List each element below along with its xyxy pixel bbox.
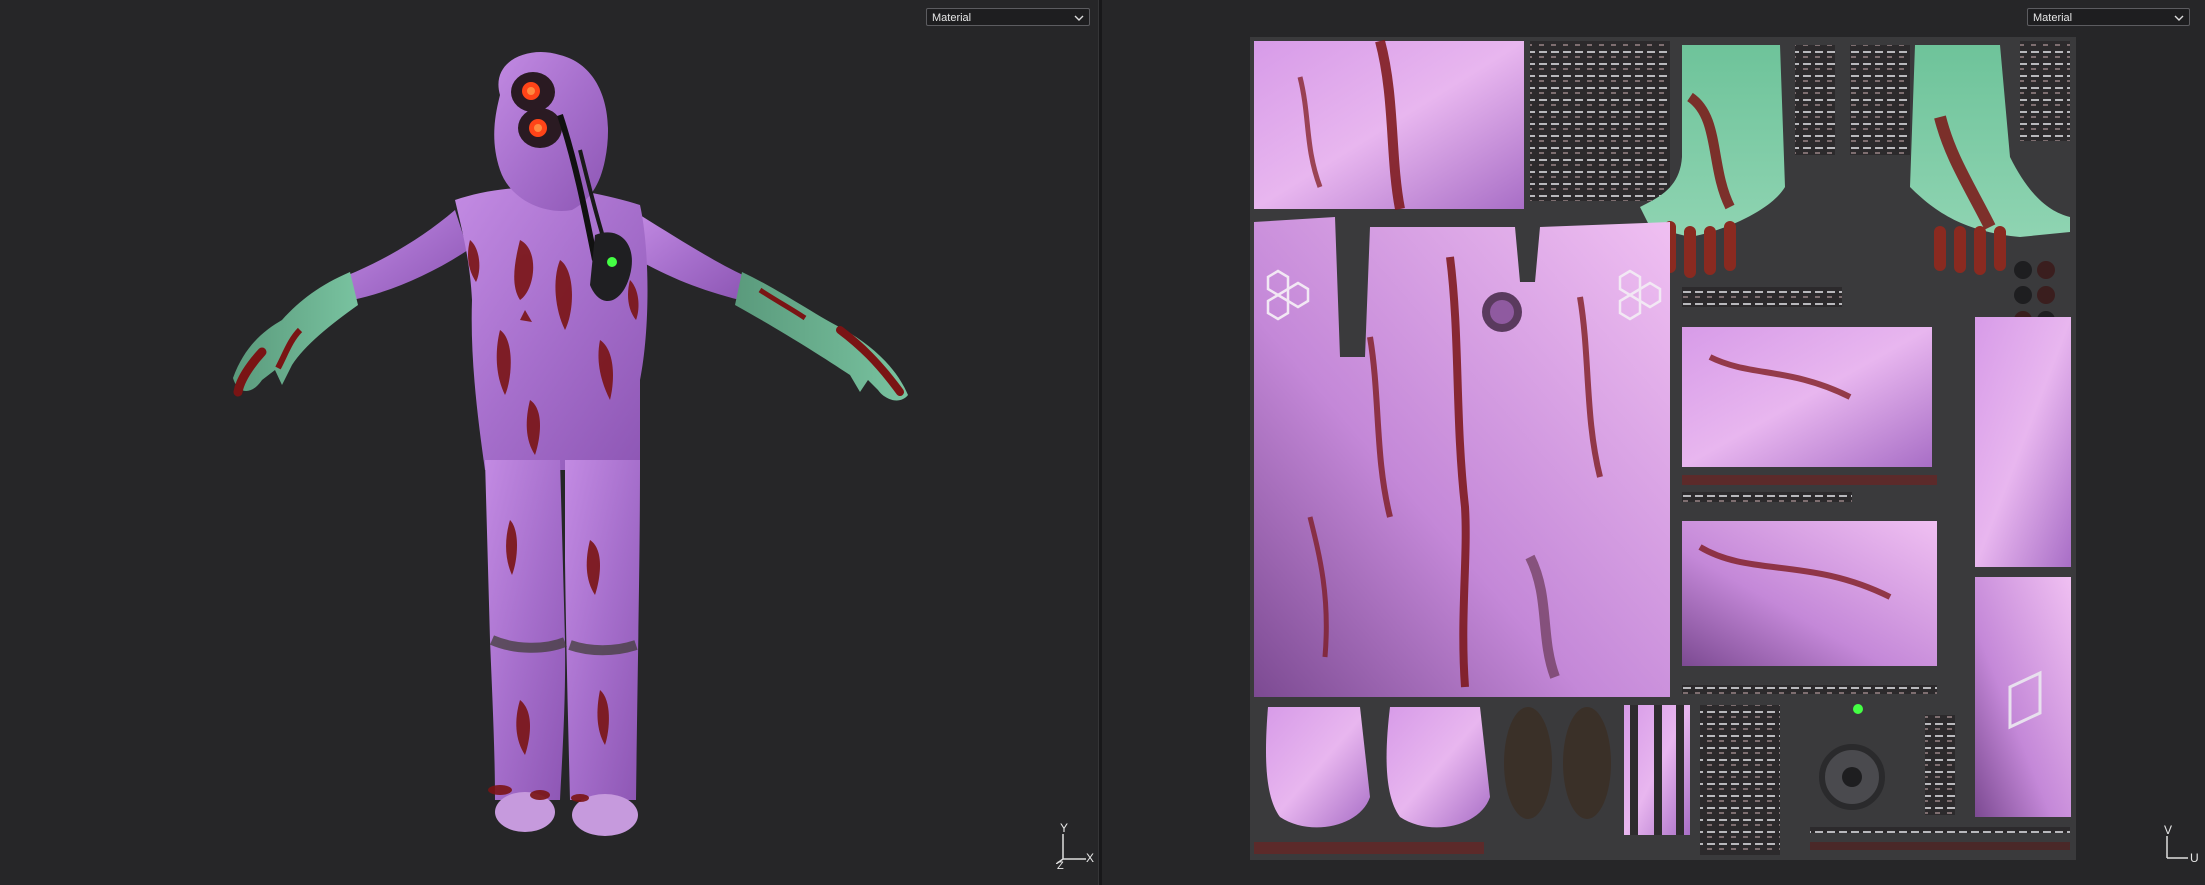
3d-viewport[interactable]: Material Y X Z [0,0,1098,885]
uv-island-boot-1 [1265,707,1370,828]
uv-island-panel-2 [1682,521,1937,666]
uv-island-hardware [1530,41,1670,201]
chevron-down-icon [2174,15,2184,21]
axis-v-label: V [2164,823,2173,837]
uv-island-sleeve-1 [1975,317,2071,567]
uv-island-sole-2 [1563,707,1611,819]
uv-island-sleeve-2 [1975,577,2071,817]
right-leg [565,460,640,800]
axis-y-label: Y [1060,821,1069,835]
3d-axis-gizmo: Y X Z [1056,821,1096,872]
character-model[interactable] [0,0,1098,885]
uv-shading-mode-label: Material [2033,12,2073,24]
uv-island-sole-1 [1504,707,1552,819]
axis-z-label: Z [1057,860,1064,872]
texture-islands [1254,39,2071,855]
uv-shading-mode-dropdown[interactable]: Material [2027,8,2190,26]
uv-texture-atlas[interactable] [1250,37,2076,860]
uv-island-boot-2 [1386,707,1490,828]
axis-x-label: X [1086,851,1095,865]
axis-u-label: U [2190,851,2199,865]
left-sleeve [348,210,468,300]
texture-viewer-app: Material Y X Z Material V U [0,0,2205,885]
uv-viewport[interactable]: Material V U [1102,0,2205,885]
uv-island-panel-1 [1682,327,1932,467]
torso [455,187,648,470]
uv-axis-gizmo: V U [2162,823,2202,868]
